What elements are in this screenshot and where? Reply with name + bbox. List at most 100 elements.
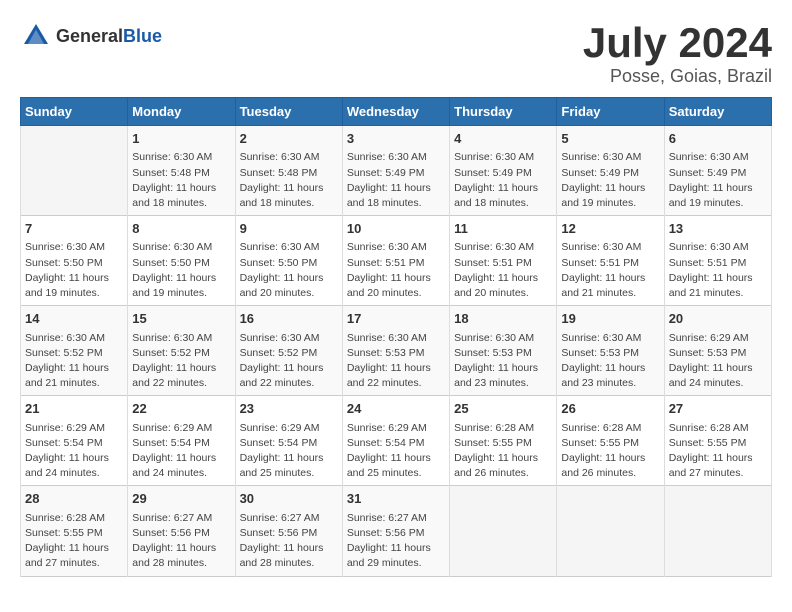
date-number: 2	[240, 130, 338, 148]
cell-detail: Sunrise: 6:30 AM Sunset: 5:51 PM Dayligh…	[669, 240, 767, 301]
calendar-cell: 10 Sunrise: 6:30 AM Sunset: 5:51 PM Dayli…	[342, 216, 449, 306]
day-header-saturday: Saturday	[664, 98, 771, 126]
date-number: 25	[454, 400, 552, 418]
date-number: 11	[454, 220, 552, 238]
calendar-cell	[21, 126, 128, 216]
date-number: 17	[347, 310, 445, 328]
page-subtitle: Posse, Goias, Brazil	[583, 66, 772, 87]
calendar-cell: 22 Sunrise: 6:29 AM Sunset: 5:54 PM Dayli…	[128, 396, 235, 486]
logo: GeneralBlue	[20, 20, 162, 52]
logo-text-blue: Blue	[123, 26, 162, 46]
logo-text-general: General	[56, 26, 123, 46]
calendar-header-row: SundayMondayTuesdayWednesdayThursdayFrid…	[21, 98, 772, 126]
date-number: 3	[347, 130, 445, 148]
date-number: 8	[132, 220, 230, 238]
cell-detail: Sunrise: 6:30 AM Sunset: 5:51 PM Dayligh…	[561, 240, 659, 301]
cell-detail: Sunrise: 6:29 AM Sunset: 5:54 PM Dayligh…	[240, 421, 338, 482]
calendar-cell: 2Sunrise: 6:30 AM Sunset: 5:48 PM Daylig…	[235, 126, 342, 216]
logo-icon	[20, 20, 52, 52]
calendar-cell: 20 Sunrise: 6:29 AM Sunset: 5:53 PM Dayli…	[664, 306, 771, 396]
cell-detail: Sunrise: 6:30 AM Sunset: 5:52 PM Dayligh…	[25, 331, 123, 392]
calendar-cell: 17 Sunrise: 6:30 AM Sunset: 5:53 PM Dayli…	[342, 306, 449, 396]
calendar-cell: 30 Sunrise: 6:27 AM Sunset: 5:56 PM Dayli…	[235, 486, 342, 576]
calendar-cell: 3 Sunrise: 6:30 AM Sunset: 5:49 PM Daylig…	[342, 126, 449, 216]
cell-detail: Sunrise: 6:29 AM Sunset: 5:54 PM Dayligh…	[347, 421, 445, 482]
day-header-monday: Monday	[128, 98, 235, 126]
cell-detail: Sunrise: 6:30 AM Sunset: 5:53 PM Dayligh…	[454, 331, 552, 392]
title-area: July 2024 Posse, Goias, Brazil	[583, 20, 772, 87]
calendar-cell: 31Sunrise: 6:27 AM Sunset: 5:56 PM Dayli…	[342, 486, 449, 576]
cell-detail: Sunrise: 6:30 AM Sunset: 5:50 PM Dayligh…	[25, 240, 123, 301]
page-title: July 2024	[583, 20, 772, 66]
cell-detail: Sunrise: 6:30 AM Sunset: 5:49 PM Dayligh…	[454, 150, 552, 211]
cell-detail: Sunrise: 6:30 AM Sunset: 5:52 PM Dayligh…	[240, 331, 338, 392]
cell-detail: Sunrise: 6:28 AM Sunset: 5:55 PM Dayligh…	[454, 421, 552, 482]
date-number: 27	[669, 400, 767, 418]
date-number: 15	[132, 310, 230, 328]
date-number: 10	[347, 220, 445, 238]
calendar-cell: 8Sunrise: 6:30 AM Sunset: 5:50 PM Daylig…	[128, 216, 235, 306]
date-number: 21	[25, 400, 123, 418]
cell-detail: Sunrise: 6:30 AM Sunset: 5:51 PM Dayligh…	[454, 240, 552, 301]
cell-detail: Sunrise: 6:30 AM Sunset: 5:50 PM Dayligh…	[240, 240, 338, 301]
calendar-table: SundayMondayTuesdayWednesdayThursdayFrid…	[20, 97, 772, 576]
date-number: 18	[454, 310, 552, 328]
calendar-cell: 9 Sunrise: 6:30 AM Sunset: 5:50 PM Daylig…	[235, 216, 342, 306]
calendar-week-row: 21 Sunrise: 6:29 AM Sunset: 5:54 PM Dayli…	[21, 396, 772, 486]
day-header-friday: Friday	[557, 98, 664, 126]
calendar-cell: 18 Sunrise: 6:30 AM Sunset: 5:53 PM Dayli…	[450, 306, 557, 396]
cell-detail: Sunrise: 6:27 AM Sunset: 5:56 PM Dayligh…	[132, 511, 230, 572]
cell-detail: Sunrise: 6:30 AM Sunset: 5:51 PM Dayligh…	[347, 240, 445, 301]
day-header-thursday: Thursday	[450, 98, 557, 126]
cell-detail: Sunrise: 6:29 AM Sunset: 5:54 PM Dayligh…	[132, 421, 230, 482]
date-number: 29	[132, 490, 230, 508]
calendar-cell: 6 Sunrise: 6:30 AM Sunset: 5:49 PM Daylig…	[664, 126, 771, 216]
day-header-wednesday: Wednesday	[342, 98, 449, 126]
calendar-cell: 24 Sunrise: 6:29 AM Sunset: 5:54 PM Dayli…	[342, 396, 449, 486]
calendar-cell: 5Sunrise: 6:30 AM Sunset: 5:49 PM Daylig…	[557, 126, 664, 216]
date-number: 23	[240, 400, 338, 418]
date-number: 22	[132, 400, 230, 418]
calendar-cell: 27Sunrise: 6:28 AM Sunset: 5:55 PM Dayli…	[664, 396, 771, 486]
calendar-cell: 26 Sunrise: 6:28 AM Sunset: 5:55 PM Dayli…	[557, 396, 664, 486]
calendar-cell	[450, 486, 557, 576]
cell-detail: Sunrise: 6:30 AM Sunset: 5:52 PM Dayligh…	[132, 331, 230, 392]
day-header-tuesday: Tuesday	[235, 98, 342, 126]
calendar-cell: 23 Sunrise: 6:29 AM Sunset: 5:54 PM Dayli…	[235, 396, 342, 486]
cell-detail: Sunrise: 6:30 AM Sunset: 5:53 PM Dayligh…	[347, 331, 445, 392]
calendar-week-row: 28Sunrise: 6:28 AM Sunset: 5:55 PM Dayli…	[21, 486, 772, 576]
page-header: GeneralBlue July 2024 Posse, Goias, Braz…	[20, 20, 772, 87]
cell-detail: Sunrise: 6:30 AM Sunset: 5:53 PM Dayligh…	[561, 331, 659, 392]
cell-detail: Sunrise: 6:28 AM Sunset: 5:55 PM Dayligh…	[561, 421, 659, 482]
calendar-cell: 15 Sunrise: 6:30 AM Sunset: 5:52 PM Dayli…	[128, 306, 235, 396]
date-number: 4	[454, 130, 552, 148]
calendar-cell: 29 Sunrise: 6:27 AM Sunset: 5:56 PM Dayli…	[128, 486, 235, 576]
calendar-cell: 21Sunrise: 6:29 AM Sunset: 5:54 PM Dayli…	[21, 396, 128, 486]
calendar-cell: 12Sunrise: 6:30 AM Sunset: 5:51 PM Dayli…	[557, 216, 664, 306]
day-header-sunday: Sunday	[21, 98, 128, 126]
cell-detail: Sunrise: 6:30 AM Sunset: 5:48 PM Dayligh…	[132, 150, 230, 211]
calendar-cell: 14Sunrise: 6:30 AM Sunset: 5:52 PM Dayli…	[21, 306, 128, 396]
calendar-week-row: 7 Sunrise: 6:30 AM Sunset: 5:50 PM Daylig…	[21, 216, 772, 306]
cell-detail: Sunrise: 6:30 AM Sunset: 5:49 PM Dayligh…	[347, 150, 445, 211]
cell-detail: Sunrise: 6:30 AM Sunset: 5:49 PM Dayligh…	[561, 150, 659, 211]
date-number: 9	[240, 220, 338, 238]
date-number: 24	[347, 400, 445, 418]
cell-detail: Sunrise: 6:30 AM Sunset: 5:49 PM Dayligh…	[669, 150, 767, 211]
date-number: 30	[240, 490, 338, 508]
date-number: 7	[25, 220, 123, 238]
cell-detail: Sunrise: 6:28 AM Sunset: 5:55 PM Dayligh…	[25, 511, 123, 572]
calendar-cell: 1Sunrise: 6:30 AM Sunset: 5:48 PM Daylig…	[128, 126, 235, 216]
calendar-cell	[664, 486, 771, 576]
cell-detail: Sunrise: 6:27 AM Sunset: 5:56 PM Dayligh…	[347, 511, 445, 572]
calendar-cell: 13 Sunrise: 6:30 AM Sunset: 5:51 PM Dayli…	[664, 216, 771, 306]
date-number: 13	[669, 220, 767, 238]
cell-detail: Sunrise: 6:29 AM Sunset: 5:53 PM Dayligh…	[669, 331, 767, 392]
calendar-week-row: 14Sunrise: 6:30 AM Sunset: 5:52 PM Dayli…	[21, 306, 772, 396]
date-number: 16	[240, 310, 338, 328]
date-number: 6	[669, 130, 767, 148]
calendar-cell: 11 Sunrise: 6:30 AM Sunset: 5:51 PM Dayli…	[450, 216, 557, 306]
date-number: 20	[669, 310, 767, 328]
date-number: 26	[561, 400, 659, 418]
cell-detail: Sunrise: 6:27 AM Sunset: 5:56 PM Dayligh…	[240, 511, 338, 572]
